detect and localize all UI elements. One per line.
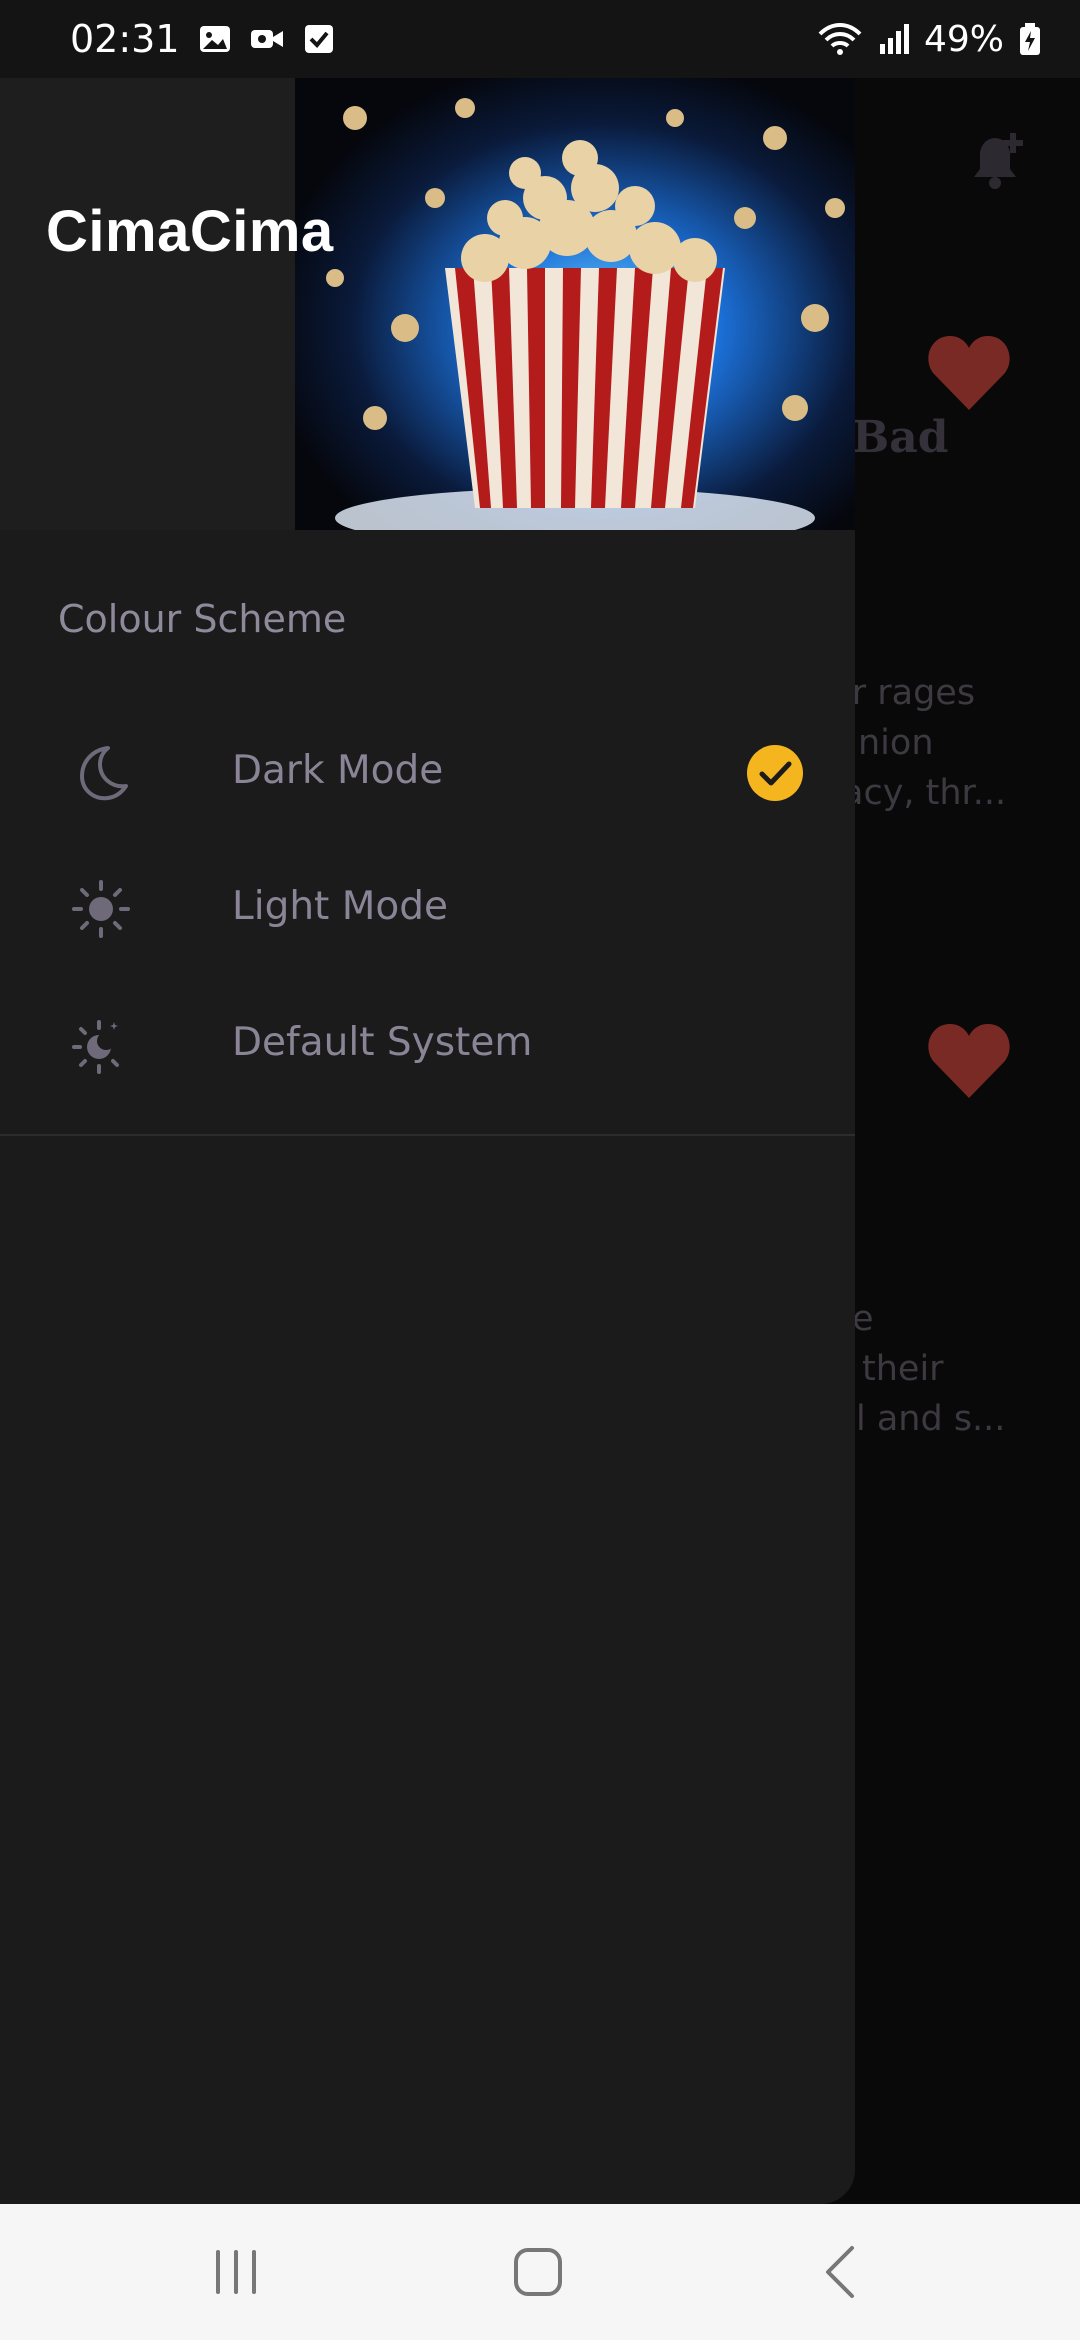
- background-text-line: acy, thr...: [842, 773, 1007, 813]
- signal-icon: [879, 24, 909, 54]
- drawer-header: CimaCima: [0, 78, 855, 530]
- option-light-mode[interactable]: Light Mode: [0, 848, 855, 968]
- video-camera-icon: [250, 30, 283, 48]
- status-time: 02:31: [70, 17, 180, 61]
- moon-icon: [80, 746, 128, 801]
- bell-add-icon[interactable]: [960, 125, 1030, 195]
- battery-icon: [1020, 23, 1040, 55]
- background-text-line: ır rages: [842, 673, 976, 713]
- image-icon: [199, 26, 230, 52]
- background-text-line: e: [852, 1299, 874, 1339]
- battery-percentage: 49%: [923, 18, 1004, 60]
- navigation-drawer: CimaCima Colour Scheme Dark Mode Light M…: [0, 0, 855, 2204]
- back-icon[interactable]: [812, 2242, 872, 2302]
- favorite-heart-icon[interactable]: [926, 332, 1012, 412]
- colour-scheme-label: Colour Scheme: [58, 597, 347, 641]
- favorite-heart-icon[interactable]: [926, 1020, 1012, 1100]
- background-title-fragment: Bad: [852, 412, 949, 463]
- option-label: Light Mode: [232, 884, 448, 929]
- background-text-line: their: [862, 1349, 944, 1389]
- status-bar: 02:31 49%: [0, 0, 1080, 78]
- option-default-system[interactable]: Default System: [0, 984, 855, 1104]
- sun-icon: [72, 880, 130, 938]
- home-icon[interactable]: [508, 2242, 568, 2302]
- recent-apps-icon[interactable]: [206, 2242, 266, 2302]
- background-text-line: nion: [858, 723, 934, 763]
- system-navigation-bar: [0, 2204, 1080, 2340]
- wifi-icon: [818, 23, 862, 55]
- app-title: CimaCima: [46, 199, 334, 264]
- checkbox-icon: [304, 25, 333, 53]
- selected-check-icon: [747, 745, 803, 801]
- background-text-line: l and s...: [856, 1399, 1006, 1439]
- option-dark-mode[interactable]: Dark Mode: [0, 712, 855, 832]
- option-label: Dark Mode: [232, 748, 444, 793]
- popcorn-header-image: [295, 78, 855, 530]
- sun-moon-icon: [72, 1020, 119, 1074]
- divider: [0, 1134, 855, 1136]
- option-label: Default System: [232, 1020, 533, 1065]
